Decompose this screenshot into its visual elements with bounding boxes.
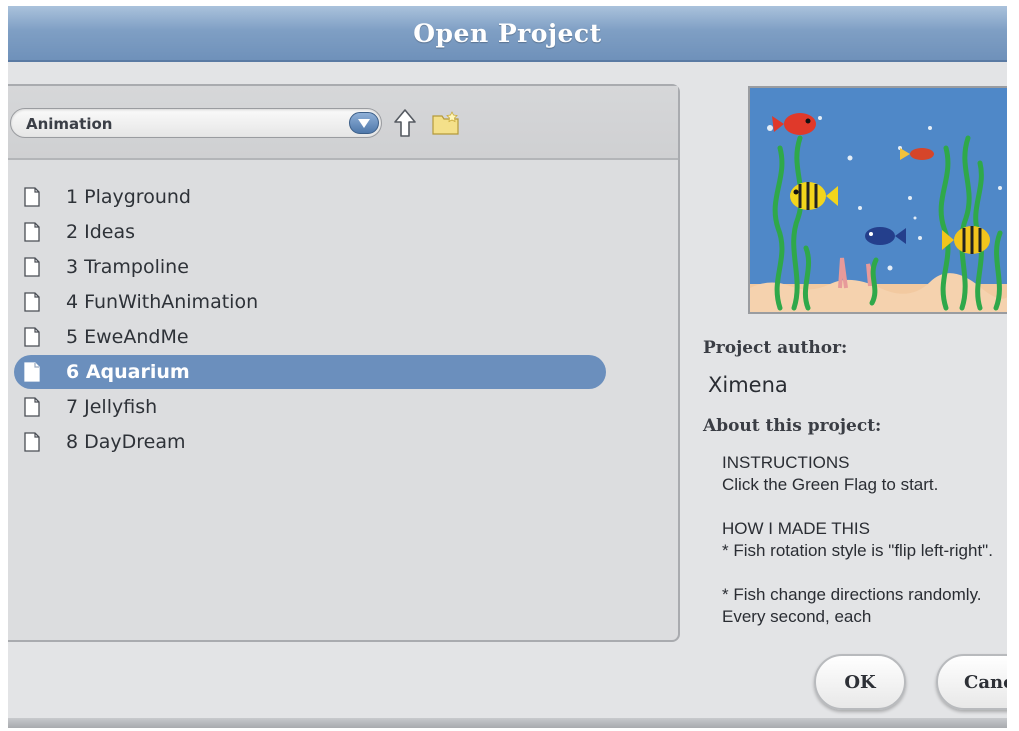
list-item[interactable]: 8 DayDream bbox=[14, 425, 606, 459]
list-item[interactable]: 2 Ideas bbox=[14, 215, 606, 249]
file-label: 2 Ideas bbox=[66, 221, 136, 243]
bottom-edge bbox=[8, 718, 1007, 728]
folder-select-value: Animation bbox=[26, 115, 113, 133]
cancel-button[interactable]: Cancel bbox=[936, 654, 1007, 710]
file-icon bbox=[24, 292, 40, 312]
file-label: 4 FunWithAnimation bbox=[66, 291, 259, 313]
dialog-title: Open Project bbox=[413, 18, 602, 48]
file-label: 6 Aquarium bbox=[66, 361, 190, 383]
file-icon bbox=[24, 257, 40, 277]
list-item[interactable]: 5 EweAndMe bbox=[14, 320, 606, 354]
list-item[interactable]: 7 Jellyfish bbox=[14, 390, 606, 424]
file-label: 5 EweAndMe bbox=[66, 326, 189, 348]
file-icon bbox=[24, 327, 40, 347]
file-icon bbox=[24, 222, 40, 242]
new-folder-icon[interactable] bbox=[432, 111, 460, 135]
project-notes[interactable]: INSTRUCTIONS Click the Green Flag to sta… bbox=[722, 452, 1007, 642]
triangle-down-icon[interactable] bbox=[349, 112, 379, 134]
list-item[interactable]: 1 Playground bbox=[14, 180, 606, 214]
about-project-label: About this project: bbox=[703, 416, 882, 436]
file-icon bbox=[24, 432, 40, 452]
file-icon bbox=[24, 362, 40, 382]
browser-toolbar: Animation bbox=[8, 86, 678, 160]
list-item[interactable]: 3 Trampoline bbox=[14, 250, 606, 284]
file-icon bbox=[24, 187, 40, 207]
list-item-selected[interactable]: 6 Aquarium bbox=[14, 355, 606, 389]
file-label: 8 DayDream bbox=[66, 431, 186, 453]
project-author-value: Ximena bbox=[708, 373, 788, 397]
file-label: 7 Jellyfish bbox=[66, 396, 158, 418]
file-label: 3 Trampoline bbox=[66, 256, 189, 278]
ok-button[interactable]: OK bbox=[814, 654, 906, 710]
list-item[interactable]: 4 FunWithAnimation bbox=[14, 285, 606, 319]
file-browser-panel: Animation 1 Playground 2 Ideas 3 Trampol… bbox=[8, 84, 680, 642]
folder-select[interactable]: Animation bbox=[10, 108, 382, 138]
file-icon bbox=[24, 397, 40, 417]
up-arrow-icon[interactable] bbox=[394, 109, 416, 137]
open-project-dialog: Open Project Animation 1 Playground 2 Id… bbox=[8, 6, 1007, 728]
project-thumbnail bbox=[748, 86, 1007, 314]
title-bar: Open Project bbox=[8, 6, 1007, 62]
file-label: 1 Playground bbox=[66, 186, 191, 208]
project-author-label: Project author: bbox=[703, 338, 848, 358]
aquarium-scene-image bbox=[750, 88, 1007, 312]
